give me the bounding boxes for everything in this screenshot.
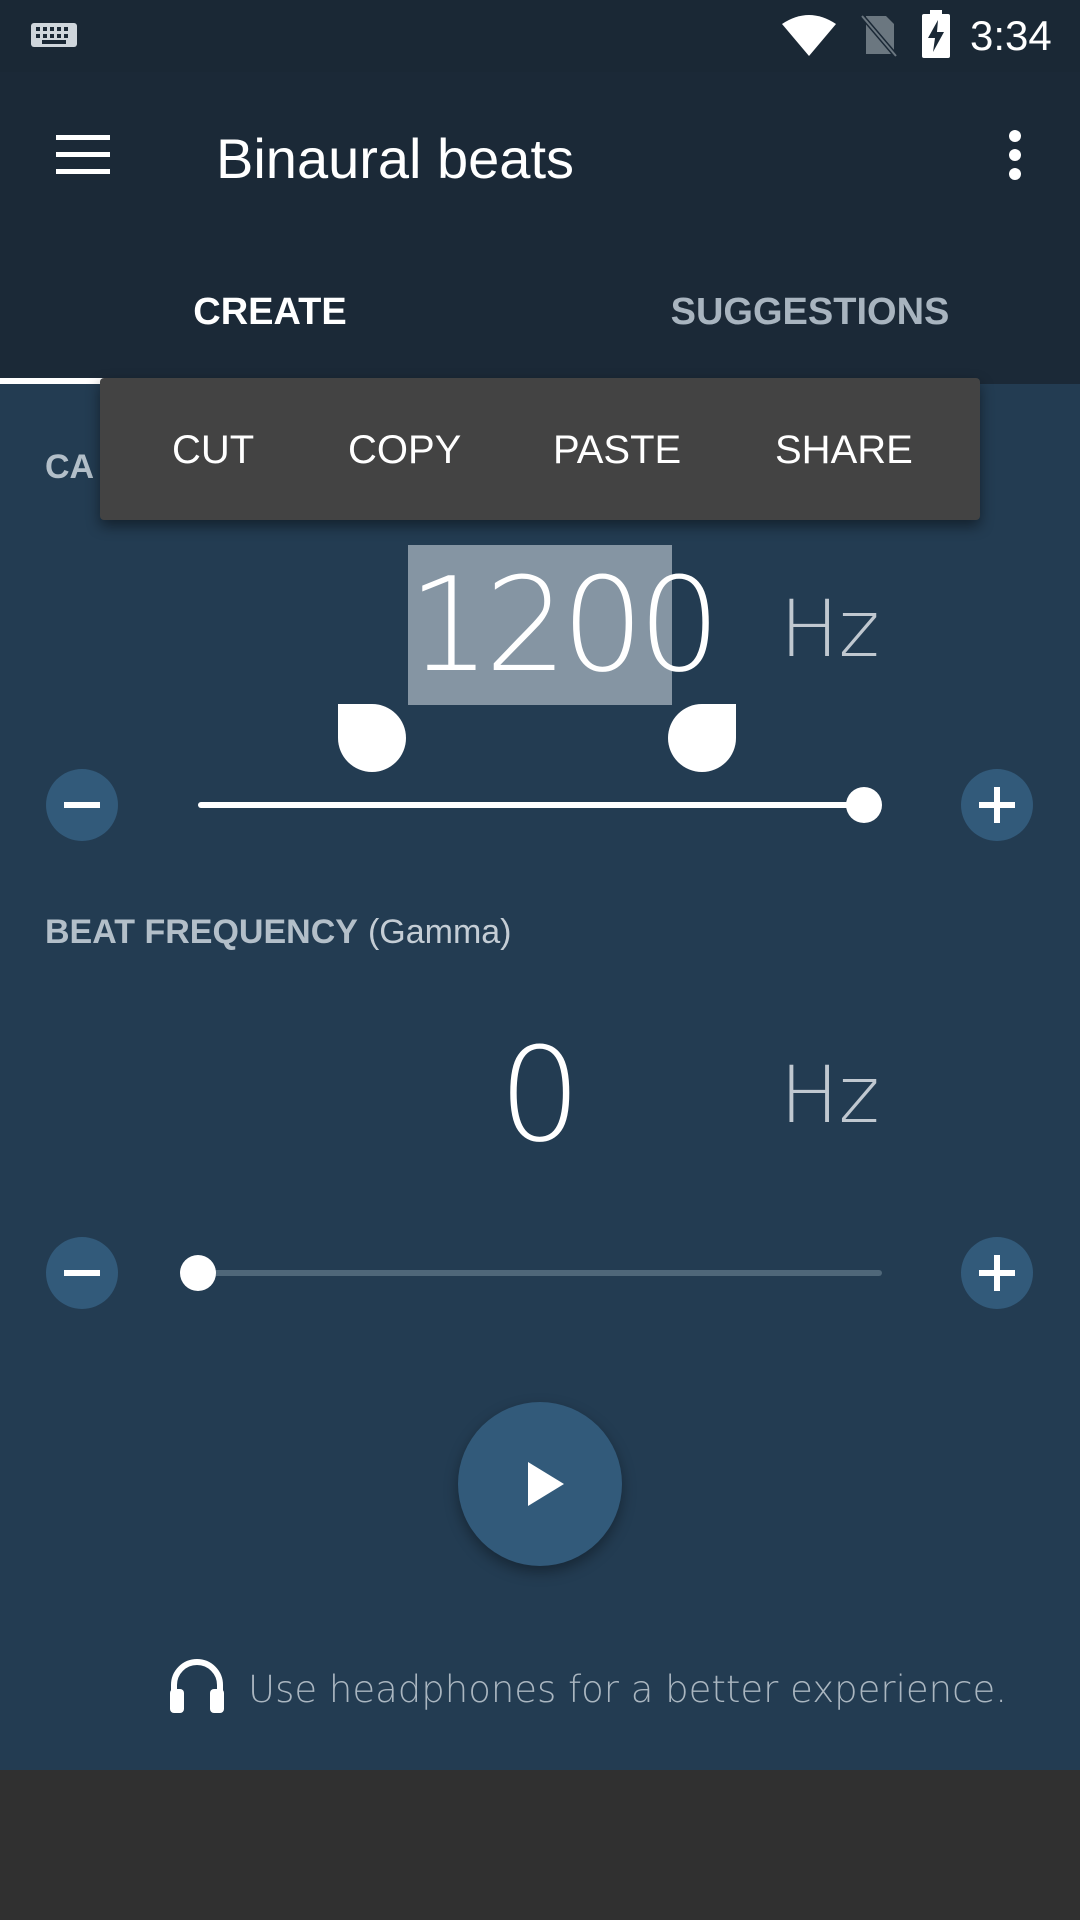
wifi-icon — [782, 15, 836, 56]
carrier-slider[interactable] — [198, 787, 882, 823]
carrier-decrease-button[interactable] — [46, 769, 118, 841]
selection-handle-start[interactable] — [338, 704, 406, 772]
app-title: Binaural beats — [216, 127, 575, 190]
carrier-increase-button[interactable] — [961, 769, 1033, 841]
carrier-frequency-label: CA — [45, 448, 95, 486]
selection-handle-end[interactable] — [668, 704, 736, 772]
tab-create[interactable]: CREATE — [0, 280, 540, 344]
carrier-slider-fill — [198, 802, 864, 808]
carrier-frequency-value[interactable]: 1200 — [408, 545, 721, 705]
menu-item-paste[interactable]: PASTE — [553, 420, 681, 480]
carrier-unit: Hz — [780, 585, 880, 675]
beat-frequency-label: BEAT FREQUENCY (Gamma) — [45, 913, 512, 951]
keyboard-icon — [31, 23, 77, 47]
plus-icon — [979, 787, 1015, 823]
more-vert-icon[interactable] — [990, 120, 1040, 190]
plus-icon — [979, 1255, 1015, 1291]
beat-band-label: (Gamma) — [367, 913, 512, 951]
tab-suggestions[interactable]: SUGGESTIONS — [540, 280, 1080, 344]
menu-item-share[interactable]: SHARE — [775, 420, 913, 480]
status-time: 3:34 — [970, 12, 1052, 59]
status-bar — [0, 0, 1080, 72]
beat-frequency-value[interactable]: 0 — [470, 1015, 610, 1175]
menu-item-copy[interactable]: COPY — [348, 420, 461, 480]
headphones-hint: Use headphones for a better experience. — [248, 1668, 1007, 1711]
beat-unit: Hz — [780, 1051, 880, 1141]
no-sim-icon — [860, 14, 898, 58]
menu-item-cut[interactable]: CUT — [172, 420, 254, 480]
beat-increase-button[interactable] — [961, 1237, 1033, 1309]
battery-charging-icon — [922, 10, 950, 58]
beat-slider-thumb[interactable] — [180, 1255, 216, 1291]
carrier-slider-thumb[interactable] — [846, 787, 882, 823]
headphones-icon — [170, 1659, 224, 1713]
beat-decrease-button[interactable] — [46, 1237, 118, 1309]
minus-icon — [64, 802, 100, 808]
hamburger-menu-icon[interactable] — [40, 110, 130, 200]
beat-slider[interactable] — [180, 1255, 882, 1291]
minus-icon — [64, 1270, 100, 1276]
play-button[interactable] — [458, 1402, 622, 1566]
play-icon — [528, 1462, 564, 1506]
